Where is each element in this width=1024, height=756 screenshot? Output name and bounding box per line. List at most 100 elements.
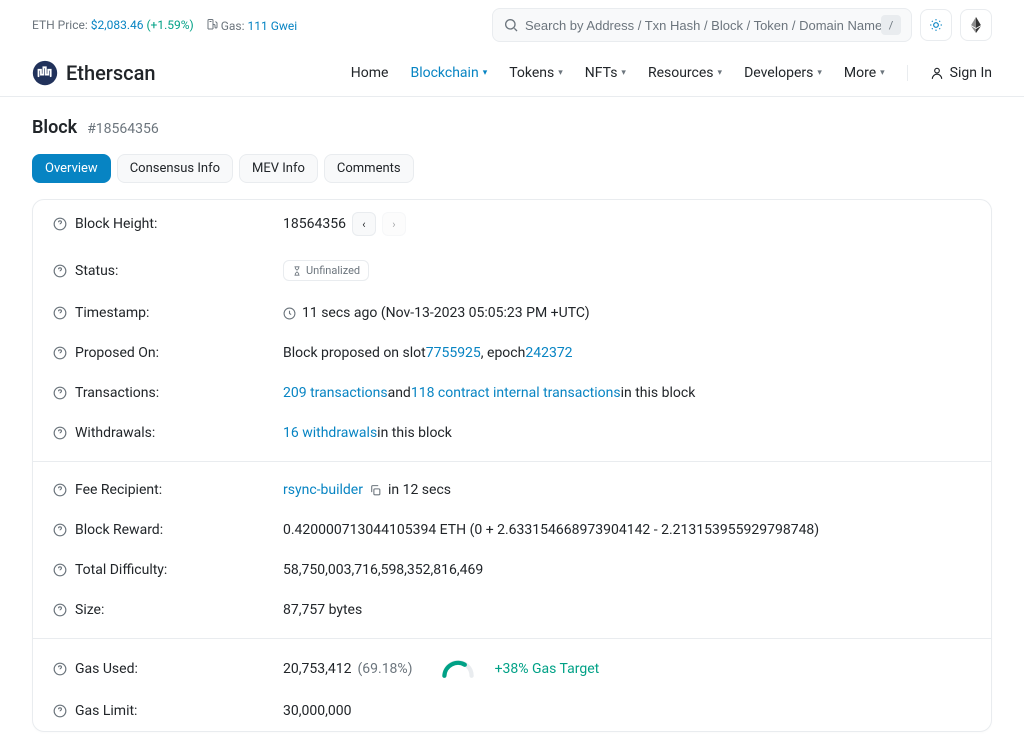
tab-mev-info[interactable]: MEV Info (239, 154, 318, 183)
nav-developers[interactable]: Developers▾ (744, 65, 822, 81)
etherscan-logo-icon (32, 60, 58, 86)
fee-recipient-link[interactable]: rsync-builder (283, 482, 363, 498)
status-badge: Unfinalized (283, 260, 369, 281)
value-gas-used: 20,753,412 (283, 661, 351, 677)
help-icon[interactable] (53, 563, 67, 577)
nav-nfts[interactable]: NFTs▾ (585, 65, 626, 81)
topbar: ETH Price: $2,083.46 (+1.59%) Gas: 111 G… (0, 0, 1024, 50)
topbar-right: / (492, 8, 992, 42)
prev-block-button[interactable]: ‹ (352, 212, 376, 236)
label-transactions: Transactions: (75, 385, 159, 401)
search-icon (503, 17, 519, 33)
label-gas-limit: Gas Limit: (75, 703, 137, 719)
nav-links: Home Blockchain▾ Tokens▾ NFTs▾ Resources… (351, 65, 992, 81)
gauge-icon (441, 659, 475, 679)
page-header: Block #18564356 (0, 97, 1024, 154)
value-gas-limit: 30,000,000 (283, 703, 351, 719)
row-block-reward: Block Reward: 0.420000713044105394 ETH (… (33, 510, 991, 550)
help-icon[interactable] (53, 306, 67, 320)
chevron-down-icon: ▾ (718, 68, 723, 78)
hourglass-icon (292, 266, 302, 276)
tx-suffix: in this block (621, 385, 696, 401)
withdrawals-suffix: in this block (377, 425, 452, 441)
help-icon[interactable] (53, 426, 67, 440)
eth-price: ETH Price: $2,083.46 (+1.59%) (32, 18, 194, 32)
row-proposed-on: Proposed On: Block proposed on slot 7755… (33, 333, 991, 373)
topbar-left: ETH Price: $2,083.46 (+1.59%) Gas: 111 G… (32, 18, 297, 33)
help-icon[interactable] (53, 662, 67, 676)
label-block-height: Block Height: (75, 216, 157, 232)
chevron-down-icon: ▾ (483, 68, 488, 78)
label-status: Status: (75, 263, 118, 279)
chevron-down-icon: ▾ (880, 68, 885, 78)
slot-link[interactable]: 7755925 (426, 345, 481, 361)
signin-button[interactable]: Sign In (930, 65, 992, 81)
row-gas-used: Gas Used: 20,753,412 (69.18%) +38% Gas T… (33, 647, 991, 691)
tab-overview[interactable]: Overview (32, 154, 111, 183)
row-size: Size: 87,757 bytes (33, 590, 991, 630)
page-sub: #18564356 (87, 121, 159, 137)
help-icon[interactable] (53, 346, 67, 360)
help-icon[interactable] (53, 704, 67, 718)
nav-divider (907, 65, 908, 81)
label-fee-recipient: Fee Recipient: (75, 482, 162, 498)
network-button[interactable] (960, 9, 992, 41)
fee-recipient-suffix: in 12 secs (388, 482, 451, 498)
search-input[interactable] (525, 18, 881, 33)
value-size: 87,757 bytes (283, 602, 362, 618)
nav-tokens[interactable]: Tokens▾ (509, 65, 563, 81)
proposed-mid: , epoch (481, 345, 526, 361)
gas-price: Gas: 111 Gwei (206, 18, 297, 33)
block-details-card: Block Height: 18564356 ‹ › Status: Unfin… (32, 199, 992, 732)
next-block-button[interactable]: › (382, 212, 406, 236)
tx-mid: and (388, 385, 411, 401)
transactions-link[interactable]: 209 transactions (283, 385, 388, 401)
row-timestamp: Timestamp: 11 secs ago (Nov-13-2023 05:0… (33, 293, 991, 333)
help-icon[interactable] (53, 523, 67, 537)
logo-text: Etherscan (66, 61, 156, 85)
help-icon[interactable] (53, 217, 67, 231)
eth-price-change: (+1.59%) (146, 18, 193, 32)
tabs: Overview Consensus Info MEV Info Comment… (0, 154, 1024, 199)
help-icon[interactable] (53, 603, 67, 617)
row-transactions: Transactions: 209 transactions and 118 c… (33, 373, 991, 413)
row-status: Status: Unfinalized (33, 248, 991, 293)
nav-resources[interactable]: Resources▾ (648, 65, 722, 81)
epoch-link[interactable]: 242372 (525, 345, 572, 361)
gas-pump-icon (206, 18, 218, 30)
label-timestamp: Timestamp: (75, 305, 149, 321)
proposed-prefix: Block proposed on slot (283, 345, 426, 361)
nav-blockchain[interactable]: Blockchain▾ (410, 65, 487, 81)
sun-icon (929, 18, 943, 32)
tab-comments[interactable]: Comments (324, 154, 414, 183)
gas-value[interactable]: 111 Gwei (248, 19, 298, 33)
label-size: Size: (75, 602, 104, 618)
divider (33, 461, 991, 462)
label-proposed-on: Proposed On: (75, 345, 159, 361)
label-gas-used: Gas Used: (75, 661, 138, 677)
row-gas-limit: Gas Limit: 30,000,000 (33, 691, 991, 731)
value-block-reward: 0.420000713044105394 ETH (0 + 2.63315466… (283, 522, 819, 538)
label-block-reward: Block Reward: (75, 522, 163, 538)
eth-price-value[interactable]: $2,083.46 (91, 18, 144, 32)
row-total-difficulty: Total Difficulty: 58,750,003,716,598,352… (33, 550, 991, 590)
value-total-difficulty: 58,750,003,716,598,352,816,469 (283, 562, 483, 578)
copy-icon[interactable] (369, 484, 382, 497)
tab-consensus-info[interactable]: Consensus Info (117, 154, 233, 183)
eth-price-label: ETH Price: (32, 18, 88, 32)
search-shortcut-badge: / (881, 15, 901, 35)
theme-toggle-button[interactable] (920, 9, 952, 41)
page-title: Block (32, 117, 77, 138)
nav-home[interactable]: Home (351, 65, 389, 81)
internal-transactions-link[interactable]: 118 contract internal transactions (411, 385, 621, 401)
nav-more[interactable]: More▾ (844, 65, 885, 81)
chevron-down-icon: ▾ (558, 68, 563, 78)
logo[interactable]: Etherscan (32, 60, 156, 86)
help-icon[interactable] (53, 483, 67, 497)
search-container[interactable]: / (492, 8, 912, 42)
help-icon[interactable] (53, 386, 67, 400)
help-icon[interactable] (53, 264, 67, 278)
withdrawals-link[interactable]: 16 withdrawals (283, 425, 377, 441)
chevron-down-icon: ▾ (621, 68, 626, 78)
ethereum-icon (970, 17, 982, 33)
